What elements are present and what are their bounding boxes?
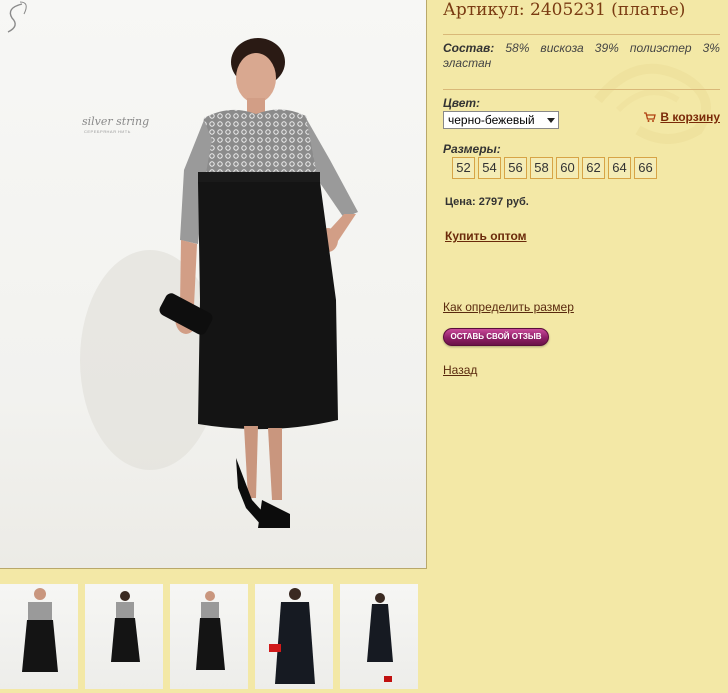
product-details: Артикул: 2405231 (платье) Состав: 58% ви… — [443, 0, 728, 693]
size-option[interactable]: 52 — [452, 157, 475, 179]
thumbnail-5[interactable] — [340, 584, 418, 689]
color-select-value: черно-бежевый — [448, 113, 535, 127]
back-link[interactable]: Назад — [443, 363, 477, 377]
leave-review-button[interactable]: ОСТАВЬ СВОЙ ОТЗЫВ — [443, 328, 549, 346]
size-option[interactable]: 64 — [608, 157, 631, 179]
size-option[interactable]: 54 — [478, 157, 501, 179]
chevron-down-icon — [547, 118, 555, 123]
dress-lace-top-side-thumbnail-icon — [111, 591, 140, 662]
color-label: Цвет: — [443, 96, 481, 110]
divider — [443, 34, 720, 35]
size-option[interactable]: 66 — [634, 157, 657, 179]
brand-name: silver string — [82, 115, 150, 128]
thumbnail-strip — [0, 584, 430, 689]
thumbnail-3[interactable] — [170, 584, 248, 689]
size-option[interactable]: 56 — [504, 157, 527, 179]
model-illustration — [80, 38, 358, 528]
cart-icon — [644, 112, 657, 122]
divider — [443, 89, 720, 90]
dress-black-side-thumbnail-icon — [367, 593, 393, 682]
composition: Состав: 58% вискоза 39% полиэстер 3% эла… — [443, 41, 720, 71]
dress-lace-top-front-thumbnail-icon — [196, 591, 225, 670]
add-to-cart-link[interactable]: В корзину — [644, 110, 720, 124]
size-option[interactable]: 60 — [556, 157, 579, 179]
brand-logo-icon — [7, 1, 27, 33]
thumbnail-1[interactable] — [0, 584, 78, 689]
dress-lace-top-thumbnail-icon — [22, 588, 58, 672]
brand-tagline: СЕРЕБРЯНАЯ НИТЬ — [84, 129, 131, 134]
color-select[interactable]: черно-бежевый — [443, 111, 559, 129]
main-product-photo[interactable]: silver string СЕРЕБРЯНАЯ НИТЬ — [0, 0, 427, 569]
product-title: Артикул: 2405231 (платье) — [443, 0, 686, 20]
size-option[interactable]: 58 — [530, 157, 553, 179]
add-to-cart-label: В корзину — [660, 110, 720, 124]
composition-label: Состав: — [443, 41, 495, 55]
thumbnail-2[interactable] — [85, 584, 163, 689]
size-option[interactable]: 62 — [582, 157, 605, 179]
sizes-label: Размеры: — [443, 142, 501, 156]
price: Цена: 2797 руб. — [445, 196, 529, 208]
size-guide-link[interactable]: Как определить размер — [443, 300, 574, 314]
thumbnail-4[interactable] — [255, 584, 333, 689]
dress-black-red-clutch-thumbnail-icon — [269, 588, 315, 684]
buy-wholesale-link[interactable]: Купить оптом — [445, 229, 527, 243]
